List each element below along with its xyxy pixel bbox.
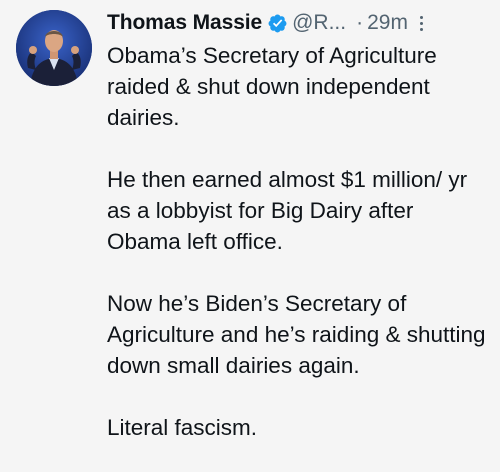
avatar[interactable] xyxy=(16,10,92,86)
tweet-text: Obama’s Secretary of Agriculture raided … xyxy=(107,40,487,443)
tweet-paragraph: Now he’s Biden’s Secretary of Agricultur… xyxy=(107,291,486,378)
tweet-content: Thomas Massie @R... · 29m Obama’s Secret… xyxy=(107,8,487,443)
tweet-timestamp[interactable]: 29m xyxy=(367,11,408,35)
tweet-header: Thomas Massie @R... · 29m xyxy=(107,8,487,38)
profile-photo xyxy=(16,10,92,86)
author-handle[interactable]: @R... xyxy=(292,11,346,35)
tweet-paragraph: Obama’s Secretary of Agriculture raided … xyxy=(107,43,437,130)
author-display-name[interactable]: Thomas Massie xyxy=(107,11,262,35)
more-vertical-icon[interactable] xyxy=(418,12,426,34)
tweet-paragraph: Literal fascism. xyxy=(107,415,258,440)
separator-dot: · xyxy=(356,11,364,34)
more-dot xyxy=(420,15,424,19)
more-dot xyxy=(420,21,424,25)
more-dot xyxy=(420,27,424,31)
verified-badge-icon xyxy=(267,13,288,34)
tweet-card[interactable]: Thomas Massie @R... · 29m Obama’s Secret… xyxy=(0,0,500,472)
tweet-paragraph: He then earned almost $1 million/ yr as … xyxy=(107,167,468,254)
